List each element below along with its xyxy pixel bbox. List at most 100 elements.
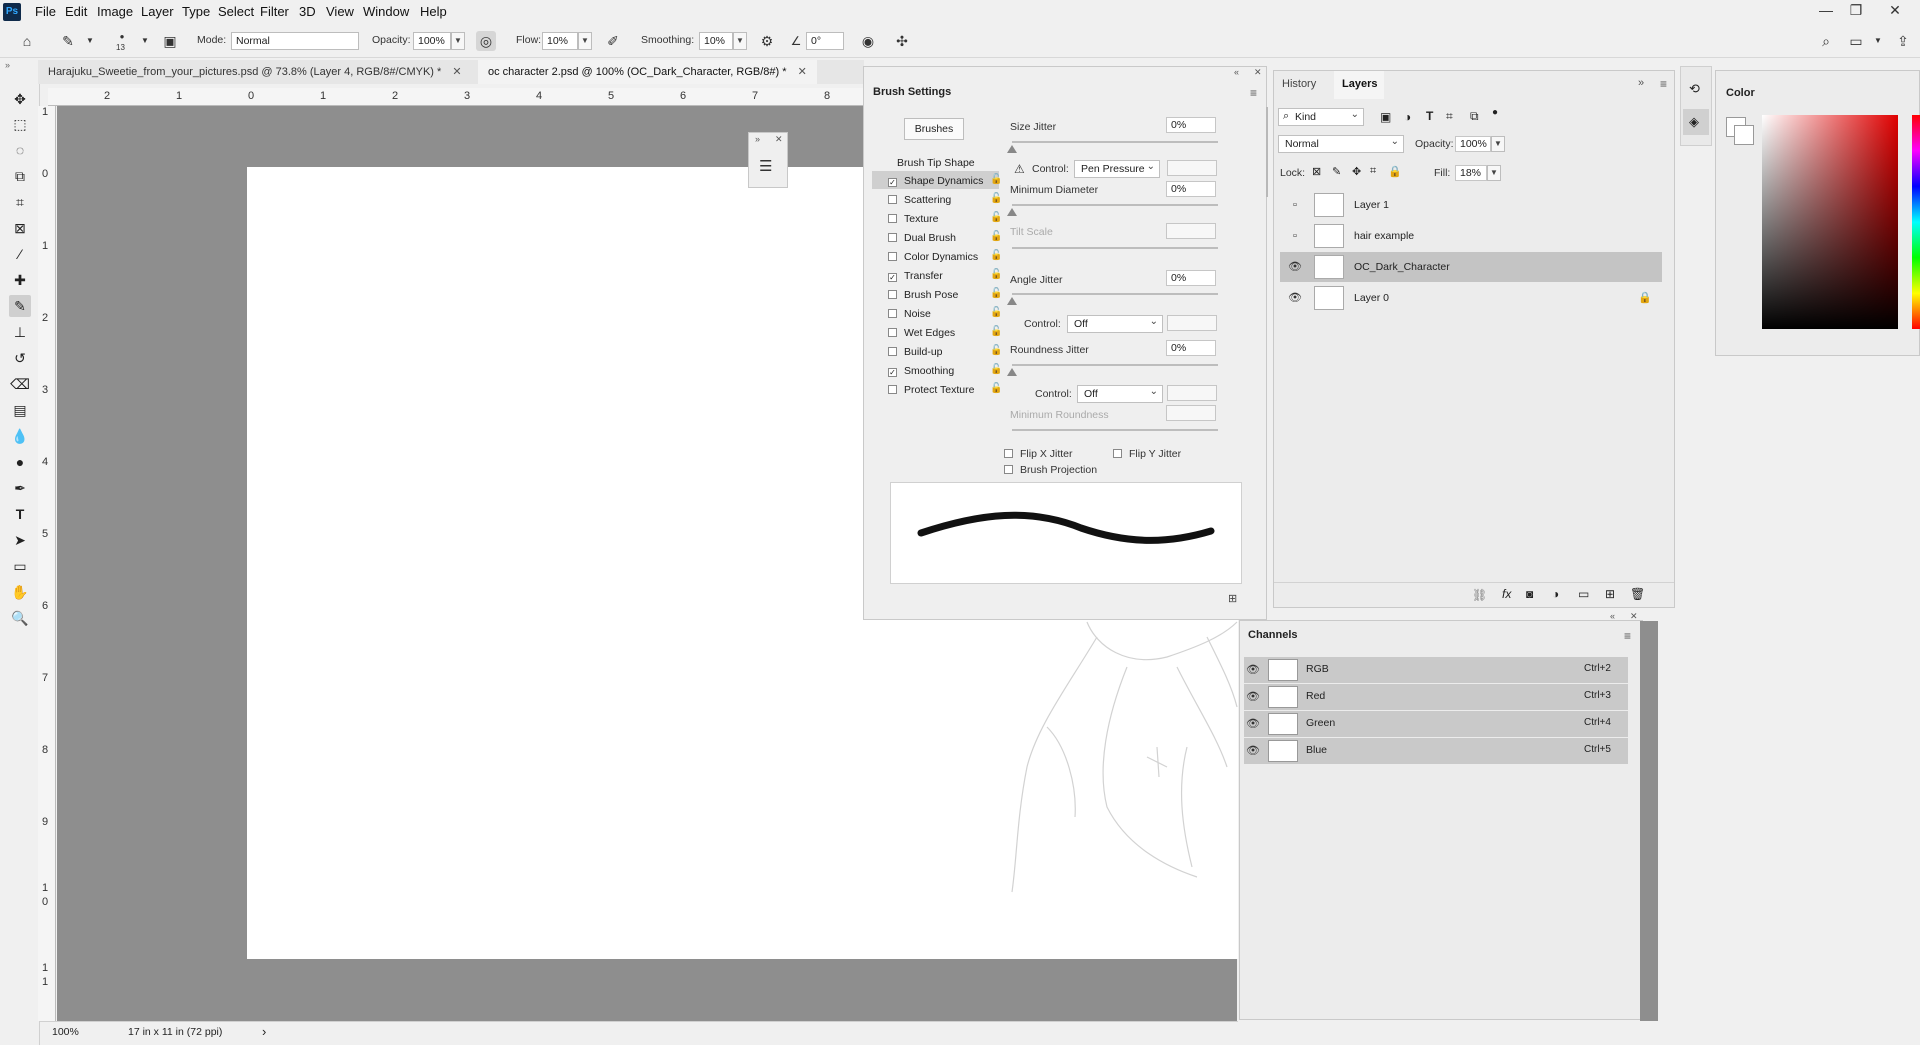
collapse-icon[interactable]: » <box>1638 77 1644 89</box>
search-icon[interactable]: ⌕ <box>1816 31 1836 51</box>
build-up-item[interactable]: Build-up <box>888 346 943 358</box>
expand-toolbar-icon[interactable]: » <box>5 60 10 70</box>
collapse-icon[interactable]: « <box>1234 67 1239 77</box>
angle-jitter-input[interactable]: 0% <box>1166 270 1216 286</box>
angle-control-select[interactable]: Off <box>1067 315 1163 333</box>
checkbox[interactable] <box>888 214 897 223</box>
minimum-roundness-input[interactable] <box>1166 405 1216 421</box>
color-dynamics-item[interactable]: Color Dynamics <box>888 251 978 263</box>
control-pen-pressure-select[interactable]: Pen Pressure <box>1074 160 1160 178</box>
mask-icon[interactable]: ◙ <box>1526 587 1533 601</box>
checkbox[interactable] <box>888 252 897 261</box>
dual-brush-item[interactable]: Dual Brush <box>888 232 956 244</box>
history-panel-icon[interactable]: ⟲ <box>1689 81 1700 97</box>
lock-icon[interactable]: 🔓 <box>990 269 1002 280</box>
wet-edges-item[interactable]: Wet Edges <box>888 327 955 339</box>
channel-row[interactable]: 👁 Red Ctrl+3 <box>1244 684 1628 710</box>
minimum-diameter-input[interactable]: 0% <box>1166 181 1216 197</box>
share-icon[interactable]: ⇪ <box>1893 31 1913 51</box>
filter-pixel-icon[interactable]: ▣ <box>1380 110 1391 124</box>
eye-icon[interactable]: 👁 <box>1246 717 1260 731</box>
menu-filter[interactable]: Filter <box>260 4 289 19</box>
pen-tool-icon[interactable]: ✒ <box>9 477 31 499</box>
opacity-dropdown[interactable]: ▼ <box>1491 136 1505 152</box>
new-layer-icon[interactable]: ⊞ <box>1605 587 1615 601</box>
link-icon[interactable]: ⛓ <box>1472 588 1487 602</box>
opacity-input[interactable]: 100% <box>413 32 451 50</box>
checkbox[interactable] <box>888 347 897 356</box>
flow-input[interactable]: 10% <box>542 32 578 50</box>
object-select-tool-icon[interactable]: ⧉ <box>9 165 31 187</box>
lock-icon[interactable]: 🔓 <box>990 307 1002 318</box>
filter-toggle-icon[interactable]: ● <box>1492 107 1498 118</box>
size-jitter-slider[interactable] <box>1012 141 1218 143</box>
filter-type-icon[interactable]: T <box>1426 109 1433 123</box>
menu-window[interactable]: Window <box>363 4 409 19</box>
eye-icon[interactable]: 👁 <box>1246 744 1260 758</box>
dodge-tool-icon[interactable]: ● <box>9 451 31 473</box>
layer-row-selected[interactable]: 👁 OC_Dark_Character <box>1280 252 1662 282</box>
layer-fill-input[interactable]: 18% <box>1455 165 1487 181</box>
eye-icon[interactable]: 👁 <box>1246 663 1260 677</box>
checkbox-checked[interactable]: ✓ <box>888 368 897 377</box>
brush-tip-shape-item[interactable]: Brush Tip Shape <box>897 157 975 169</box>
gear-icon[interactable]: ⚙ <box>757 31 777 51</box>
mode-select[interactable]: Normal <box>231 32 359 50</box>
eraser-tool-icon[interactable]: ⌫ <box>9 373 31 395</box>
close-icon[interactable]: ✕ <box>1254 67 1262 78</box>
checkbox[interactable] <box>1004 465 1013 474</box>
eye-icon[interactable]: 👁 <box>1288 291 1302 305</box>
fill-dropdown[interactable]: ▼ <box>1487 165 1501 181</box>
hue-slider[interactable] <box>1912 115 1920 329</box>
shape-dynamics-item[interactable]: ✓ Shape Dynamics <box>888 175 983 187</box>
lock-all-icon[interactable]: 🔒 <box>1388 165 1402 178</box>
blur-tool-icon[interactable]: 💧 <box>9 425 31 447</box>
pressure-size-icon[interactable]: ◉ <box>858 31 878 51</box>
hand-tool-icon[interactable]: ✋ <box>9 581 31 603</box>
close-tab-icon[interactable]: ✕ <box>798 66 807 78</box>
move-tool-icon[interactable]: ✥ <box>9 88 31 110</box>
roundness-jitter-input[interactable]: 0% <box>1166 340 1216 356</box>
checkbox[interactable] <box>888 290 897 299</box>
tab-layers[interactable]: Layers <box>1342 78 1377 90</box>
close-tab-icon[interactable]: ✕ <box>452 66 461 78</box>
lock-icon[interactable]: 🔓 <box>990 288 1002 299</box>
adjustment-icon[interactable]: ◑ <box>1552 587 1559 601</box>
collapse-icon[interactable]: » <box>755 134 760 144</box>
checkbox[interactable] <box>888 385 897 394</box>
background-color-swatch[interactable] <box>1734 125 1754 145</box>
checkbox[interactable] <box>888 328 897 337</box>
lock-image-icon[interactable]: ✎ <box>1332 165 1341 178</box>
restore-icon[interactable]: ❐ <box>1845 2 1867 20</box>
channel-row[interactable]: 👁 Green Ctrl+4 <box>1244 711 1628 737</box>
close-icon[interactable]: ✕ <box>1630 611 1638 622</box>
pressure-opacity-icon[interactable]: ◎ <box>476 31 496 51</box>
checkbox[interactable] <box>1004 449 1013 458</box>
lock-icon[interactable]: 🔓 <box>990 364 1002 375</box>
home-icon[interactable]: ⌂ <box>17 31 37 51</box>
symmetry-icon[interactable]: ✣ <box>892 31 912 51</box>
trash-icon[interactable]: 🗑 <box>1630 587 1645 601</box>
lock-icon[interactable]: 🔓 <box>990 231 1002 242</box>
close-window-icon[interactable]: ✕ <box>1884 2 1906 20</box>
checkbox-checked[interactable]: ✓ <box>888 273 897 282</box>
group-folder-icon[interactable]: ▭ <box>1578 587 1589 601</box>
lock-icon[interactable]: 🔓 <box>990 193 1002 204</box>
filter-adjustment-icon[interactable]: ◑ <box>1404 110 1411 124</box>
menu-image[interactable]: Image <box>97 4 133 19</box>
texture-item[interactable]: Texture <box>888 213 938 225</box>
slider-knob[interactable] <box>1007 208 1017 216</box>
brush-settings-toggle-icon[interactable]: ☰ <box>759 157 772 175</box>
lock-icon[interactable]: 🔓 <box>990 345 1002 356</box>
checkbox-checked[interactable]: ✓ <box>888 178 897 187</box>
smoothing-item[interactable]: ✓ Smoothing <box>888 365 954 377</box>
layer-row[interactable]: ▫ Layer 1 <box>1280 190 1662 220</box>
channel-row[interactable]: 👁 Blue Ctrl+5 <box>1244 738 1628 764</box>
workspace-icon[interactable]: ▭ <box>1846 31 1866 51</box>
gradient-tool-icon[interactable]: ▤ <box>9 399 31 421</box>
chevron-down-icon[interactable]: ▼ <box>80 31 100 51</box>
tab-harajuku-sweetie[interactable]: Harajuku_Sweetie_from_your_pictures.psd … <box>38 60 472 84</box>
healing-tool-icon[interactable]: ✚ <box>9 269 31 291</box>
angle-control-value[interactable] <box>1167 315 1217 331</box>
layer-name[interactable]: hair example <box>1354 230 1414 242</box>
